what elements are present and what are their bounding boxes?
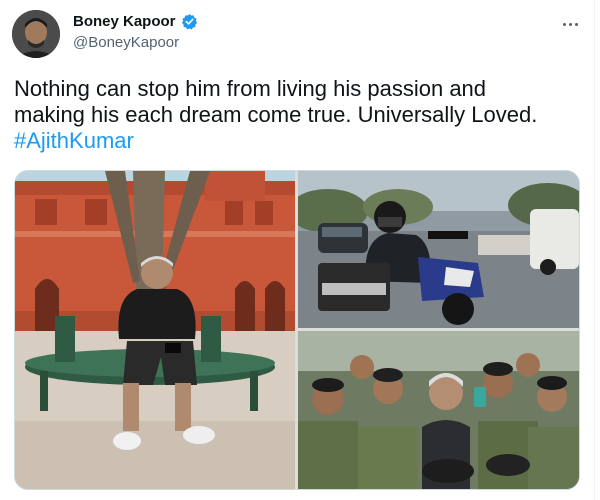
author-name[interactable]: Boney Kapoor — [73, 13, 176, 30]
tweet-text-line: making his each dream come true. Univers… — [14, 102, 538, 127]
avatar[interactable] — [12, 10, 60, 58]
more-options-icon[interactable] — [558, 14, 582, 34]
media-grid — [14, 170, 580, 490]
tweet-card: Boney Kapoor @BoneyKapoor Nothing can st… — [0, 0, 595, 500]
photo-man-sitting-under-tree[interactable] — [15, 171, 295, 489]
tweet-text-line: Nothing can stop him from living his pas… — [14, 76, 487, 101]
photo-man-on-motorbike[interactable] — [298, 171, 579, 328]
tweet-text: Nothing can stop him from living his pas… — [14, 76, 584, 154]
author-info: Boney Kapoor @BoneyKapoor — [73, 13, 198, 51]
photo-man-with-soldiers[interactable] — [298, 331, 579, 489]
verified-badge-icon — [181, 13, 198, 30]
author-handle[interactable]: @BoneyKapoor — [73, 34, 198, 51]
hashtag-link[interactable]: #AjithKumar — [14, 128, 584, 154]
